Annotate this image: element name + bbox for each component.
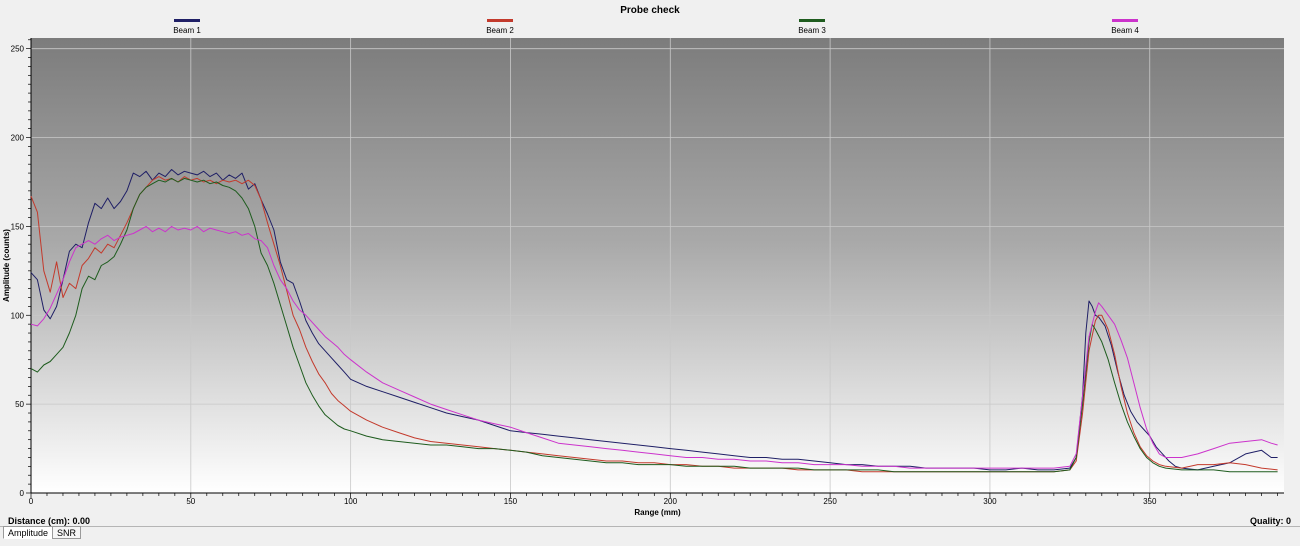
y-tick-label: 0 <box>20 489 25 498</box>
legend-label-4: Beam 4 <box>1111 26 1139 35</box>
legend-label-3: Beam 3 <box>798 26 826 35</box>
distance-value: 0.00 <box>72 516 91 526</box>
y-tick-label: 200 <box>11 134 25 143</box>
x-tick-label: 150 <box>504 497 518 506</box>
quality-value: 0 <box>1285 516 1291 526</box>
y-tick-label: 100 <box>11 311 25 320</box>
chart-canvas: Probe check Beam 1 Beam 2 Beam 3 Beam 4 0 50… <box>2 5 1284 517</box>
quality-readout: Quality: 0 <box>1250 516 1291 526</box>
plot-area <box>31 38 1284 493</box>
y-tick-label: 150 <box>11 222 25 231</box>
tab-strip-divider <box>0 526 1300 527</box>
distance-label: Distance (cm): <box>8 516 71 526</box>
chart-legend: Beam 1 Beam 2 Beam 3 Beam 4 <box>173 19 1139 35</box>
x-tick-label: 0 <box>29 497 34 506</box>
legend-label-1: Beam 1 <box>173 26 201 35</box>
quality-label: Quality: <box>1249 516 1284 526</box>
y-axis-label: Amplitude (counts) <box>2 229 11 302</box>
chart-title: Probe check <box>620 5 680 16</box>
x-tick-label: 350 <box>1143 497 1157 506</box>
legend-swatch-2 <box>487 19 513 22</box>
x-axis-label: Range (mm) <box>634 508 681 517</box>
distance-readout: Distance (cm): 0.00 <box>8 516 90 526</box>
tab-snr[interactable]: SNR <box>52 526 82 539</box>
y-tick-label: 50 <box>15 400 24 409</box>
view-tabs: Amplitude SNR <box>3 526 82 539</box>
x-tick-label: 300 <box>983 497 997 506</box>
probe-check-chart: Probe check Beam 1 Beam 2 Beam 3 Beam 4 0 50… <box>0 0 1300 541</box>
legend-swatch-1 <box>174 19 200 22</box>
y-tick-label: 250 <box>11 45 25 54</box>
legend-swatch-3 <box>799 19 825 22</box>
x-tick-label: 100 <box>344 497 358 506</box>
x-tick-label: 250 <box>823 497 837 506</box>
x-tick-label: 200 <box>664 497 678 506</box>
tab-amplitude[interactable]: Amplitude <box>3 526 54 539</box>
legend-swatch-4 <box>1112 19 1138 22</box>
legend-label-2: Beam 2 <box>486 26 514 35</box>
x-tick-label: 50 <box>186 497 195 506</box>
